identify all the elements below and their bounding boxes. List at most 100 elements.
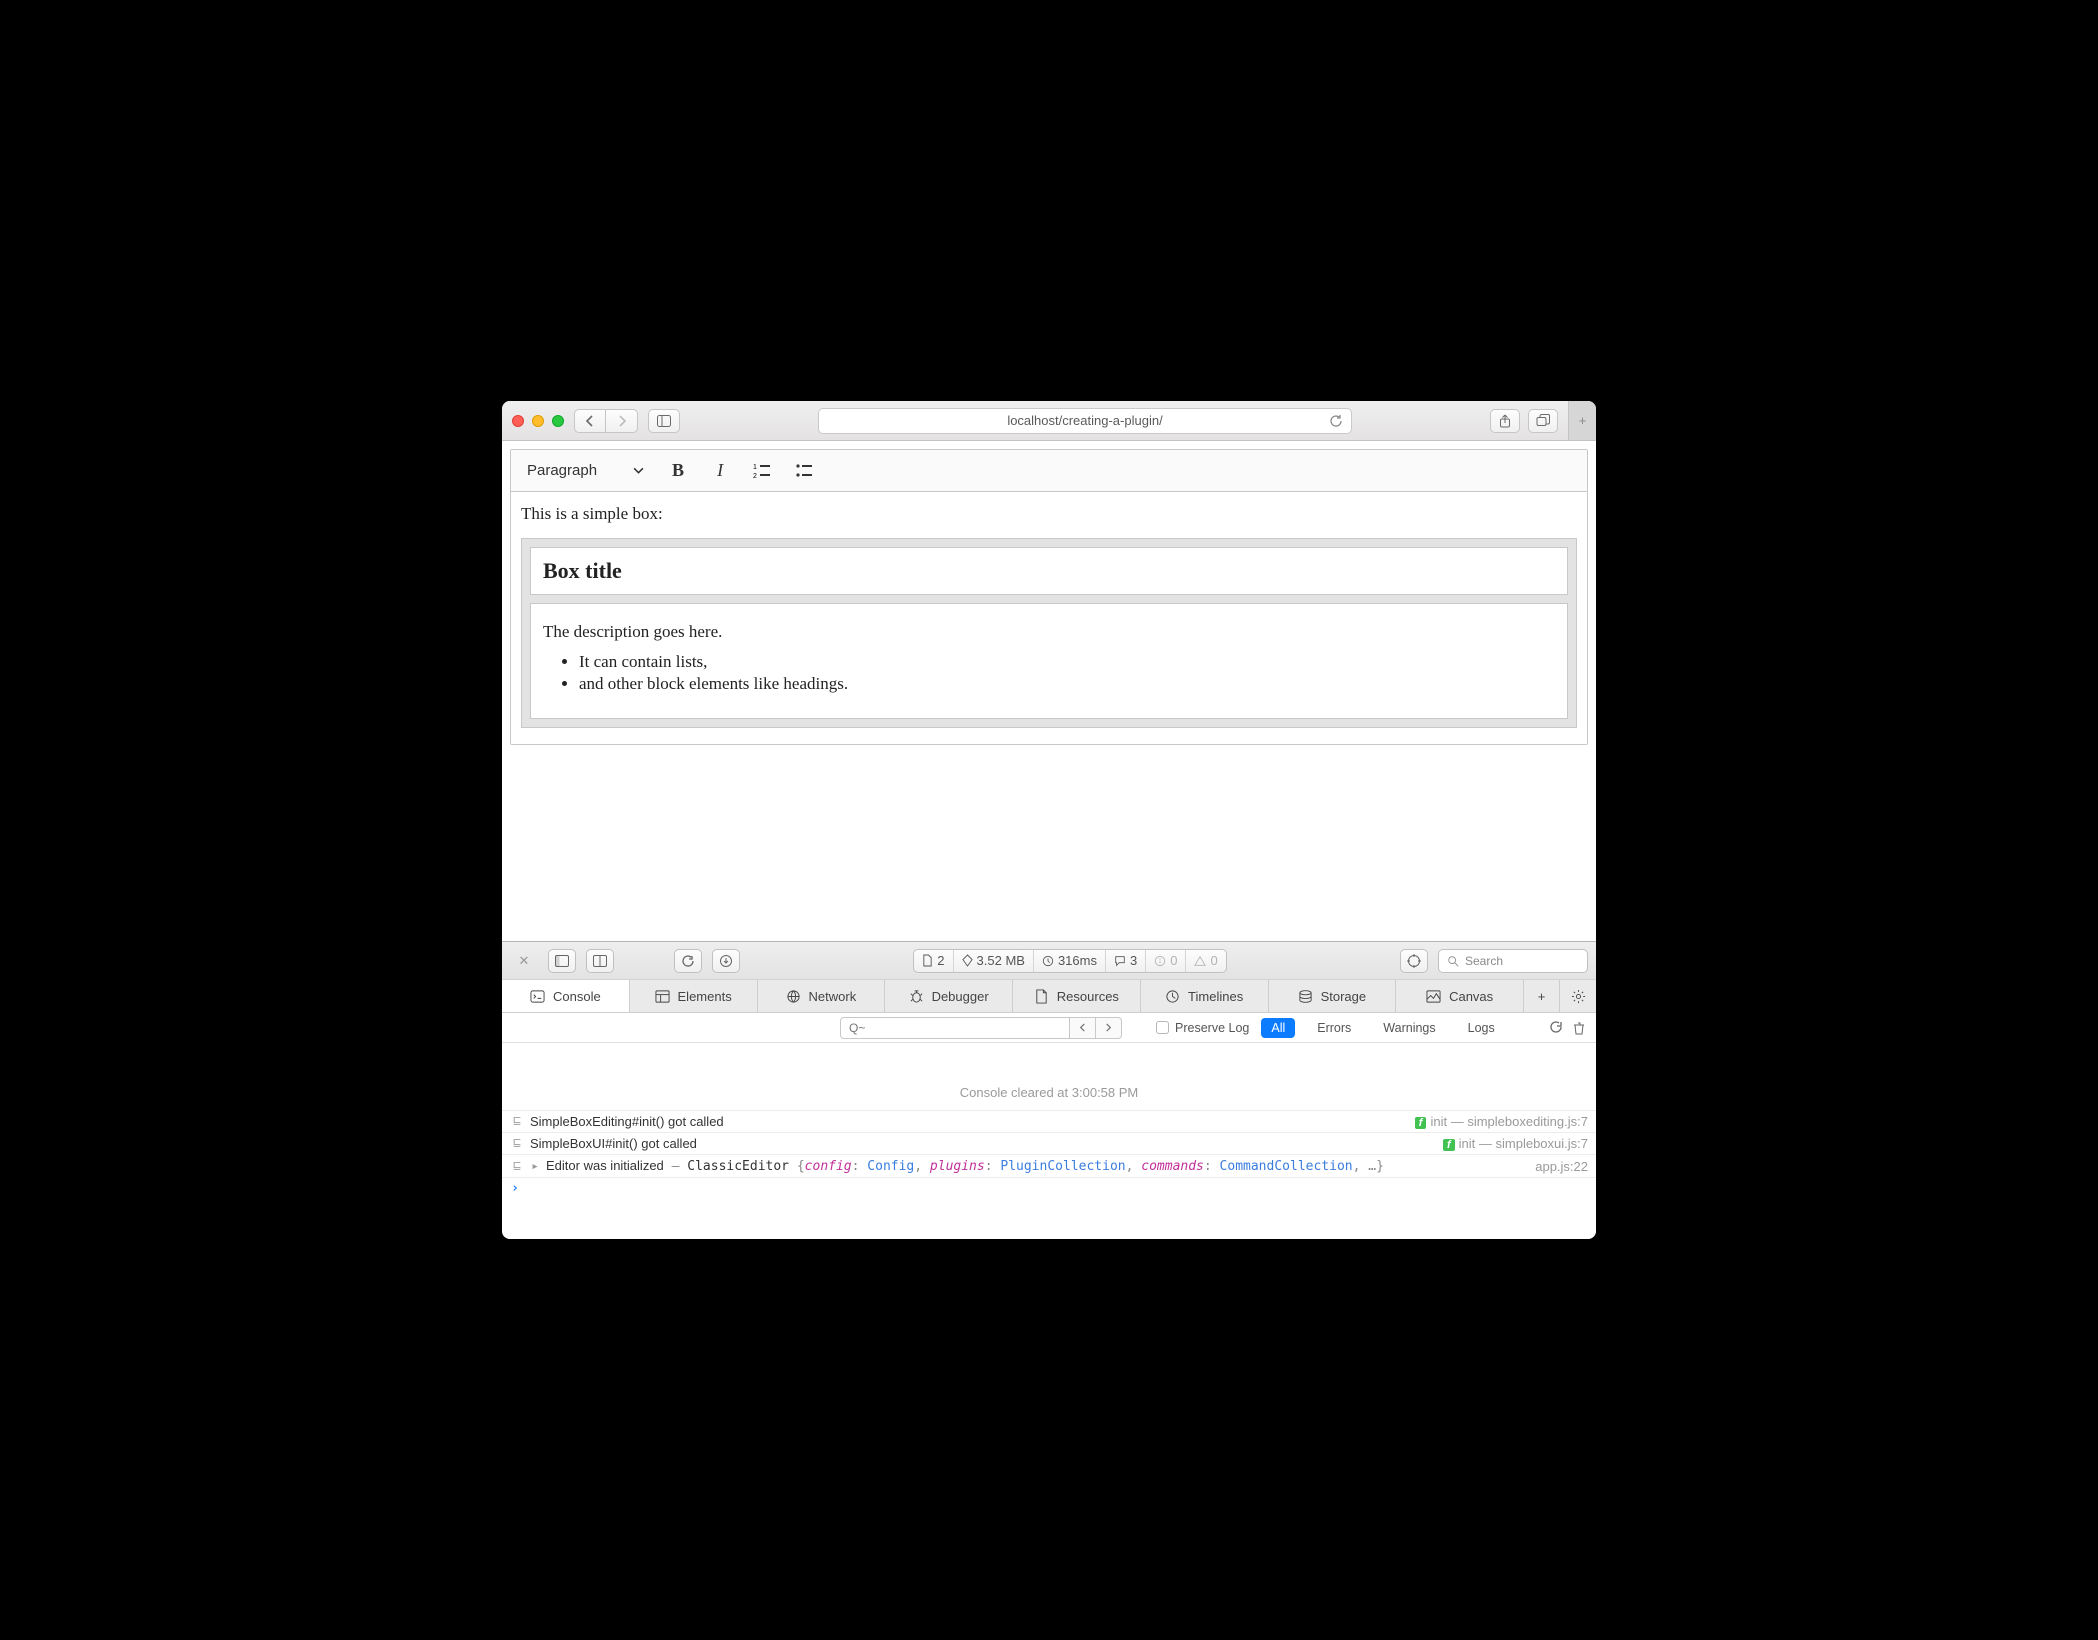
fullscreen-window-button[interactable]	[552, 415, 564, 427]
comments-stat: 3	[1114, 953, 1137, 968]
simple-box-title[interactable]: Box title	[530, 547, 1568, 595]
tab-debugger[interactable]: Debugger	[885, 980, 1013, 1012]
svg-text:1: 1	[753, 464, 757, 471]
new-tab-button[interactable]: +	[1568, 401, 1596, 440]
tab-resources[interactable]: Resources	[1013, 980, 1141, 1012]
tab-storage[interactable]: Storage	[1269, 980, 1397, 1012]
log-source[interactable]: init — simpleboxui.js:7	[1443, 1136, 1588, 1151]
preserve-log-checkbox[interactable]: Preserve Log	[1156, 1021, 1249, 1035]
tabs-button[interactable]	[1528, 409, 1558, 433]
info-stat: 0	[1154, 953, 1177, 968]
log-message: Editor was initialized – ClassicEditor {…	[546, 1158, 1529, 1174]
filter-options: Preserve Log All Errors Warnings Logs	[1156, 1018, 1505, 1038]
ckeditor: Paragraph B I 12 This is a simple box: B…	[510, 449, 1588, 745]
back-button[interactable]	[574, 409, 606, 433]
chevron-down-icon	[633, 465, 644, 476]
editor-toolbar: Paragraph B I 12	[511, 450, 1587, 492]
safari-window: localhost/creating-a-plugin/ + Paragraph…	[502, 401, 1596, 1239]
page-content: Paragraph B I 12 This is a simple box: B…	[502, 441, 1596, 745]
filter-errors[interactable]: Errors	[1307, 1018, 1361, 1038]
page-blank-area	[502, 745, 1596, 941]
simple-box-widget[interactable]: Box title The description goes here. It …	[521, 538, 1577, 728]
log-gutter-icon: ⊑	[510, 1136, 524, 1151]
console-filter-bar: Preserve Log All Errors Warnings Logs	[502, 1013, 1596, 1043]
filter-prev-button[interactable]	[1070, 1017, 1096, 1039]
log-message: SimpleBoxEditing#init() got called	[530, 1114, 1409, 1129]
filter-warnings[interactable]: Warnings	[1373, 1018, 1445, 1038]
gear-icon	[1571, 989, 1586, 1004]
function-badge	[1443, 1139, 1455, 1151]
add-tab-button[interactable]: +	[1524, 980, 1560, 1012]
time-stat: 316ms	[1042, 953, 1097, 968]
list-item: and other block elements like headings.	[579, 674, 1555, 694]
devtools-tabs: Console Elements Network Debugger Resour…	[502, 979, 1596, 1013]
filter-right-icons	[1548, 1021, 1586, 1035]
console-output: Console cleared at 3:00:58 PM ⊑ SimpleBo…	[502, 1043, 1596, 1239]
list-item: It can contain lists,	[579, 652, 1555, 672]
log-message: SimpleBoxUI#init() got called	[530, 1136, 1437, 1151]
filter-next-button[interactable]	[1096, 1017, 1122, 1039]
dock-split-button[interactable]	[586, 949, 614, 973]
console-filter-search	[840, 1017, 1122, 1039]
log-gutter-icon: ⊑	[510, 1159, 524, 1174]
expand-arrow-icon[interactable]: ▸	[530, 1159, 540, 1174]
console-prompt[interactable]: ›	[502, 1177, 1596, 1199]
tab-console[interactable]: Console	[502, 980, 630, 1012]
italic-button[interactable]: I	[704, 455, 736, 487]
window-controls	[512, 415, 564, 427]
browser-titlebar: localhost/creating-a-plugin/ +	[502, 401, 1596, 441]
minimize-window-button[interactable]	[532, 415, 544, 427]
titlebar-right	[1490, 409, 1558, 433]
inspect-element-button[interactable]	[1400, 949, 1428, 973]
bold-button[interactable]: B	[662, 455, 694, 487]
bulleted-list-button[interactable]	[788, 455, 820, 487]
resource-stats: 2 3.52 MB 316ms 3 0 0	[913, 949, 1226, 973]
clear-filters-icon[interactable]	[1548, 1021, 1562, 1035]
tab-canvas[interactable]: Canvas	[1396, 980, 1524, 1012]
close-devtools-button[interactable]: ✕	[510, 949, 538, 973]
heading-dropdown[interactable]: Paragraph	[519, 458, 652, 483]
tab-network[interactable]: Network	[758, 980, 886, 1012]
log-source[interactable]: init — simpleboxediting.js:7	[1415, 1114, 1588, 1129]
filter-input[interactable]	[840, 1017, 1070, 1039]
heading-dropdown-label: Paragraph	[527, 462, 597, 479]
url-bar[interactable]: localhost/creating-a-plugin/	[818, 408, 1352, 434]
simple-box-desc-text: The description goes here.	[543, 622, 1555, 642]
simple-box-description[interactable]: The description goes here. It can contai…	[530, 603, 1568, 719]
log-row[interactable]: ⊑ ▸ Editor was initialized – ClassicEdit…	[502, 1154, 1596, 1177]
svg-text:2: 2	[753, 473, 757, 480]
log-source[interactable]: app.js:22	[1535, 1159, 1588, 1174]
devtools-toolbar: ✕ 2 3.52 MB 316ms 3 0 0	[502, 941, 1596, 979]
search-icon	[1447, 955, 1459, 967]
console-cleared-msg: Console cleared at 3:00:58 PM	[502, 1043, 1596, 1110]
devtools-settings-button[interactable]	[1560, 980, 1596, 1012]
dock-left-button[interactable]	[548, 949, 576, 973]
log-row[interactable]: ⊑ SimpleBoxUI#init() got called init — s…	[502, 1132, 1596, 1154]
sidebar-toggle-button[interactable]	[648, 409, 680, 433]
filter-logs[interactable]: Logs	[1458, 1018, 1505, 1038]
intro-text: This is a simple box:	[521, 504, 1577, 524]
devtools-right-tools: Search	[1400, 949, 1588, 973]
size-stat: 3.52 MB	[962, 953, 1025, 968]
forward-button[interactable]	[606, 409, 638, 433]
trash-icon[interactable]	[1572, 1021, 1586, 1035]
docs-stat: 2	[922, 953, 944, 968]
download-button[interactable]	[712, 949, 740, 973]
devtools-search[interactable]: Search	[1438, 949, 1588, 973]
filter-all[interactable]: All	[1261, 1018, 1295, 1038]
function-badge	[1415, 1117, 1427, 1129]
simple-box-list: It can contain lists, and other block el…	[579, 652, 1555, 694]
editor-content[interactable]: This is a simple box: Box title The desc…	[511, 492, 1587, 744]
reload-icon[interactable]	[1329, 414, 1343, 428]
nav-back-forward	[574, 409, 638, 433]
tab-timelines[interactable]: Timelines	[1141, 980, 1269, 1012]
search-placeholder: Search	[1465, 954, 1503, 968]
reload-resources-button[interactable]	[674, 949, 702, 973]
share-button[interactable]	[1490, 409, 1520, 433]
log-row[interactable]: ⊑ SimpleBoxEditing#init() got called ini…	[502, 1110, 1596, 1132]
warn-stat: 0	[1194, 953, 1217, 968]
numbered-list-button[interactable]: 12	[746, 455, 778, 487]
close-window-button[interactable]	[512, 415, 524, 427]
tab-elements[interactable]: Elements	[630, 980, 758, 1012]
url-text: localhost/creating-a-plugin/	[1007, 413, 1162, 428]
